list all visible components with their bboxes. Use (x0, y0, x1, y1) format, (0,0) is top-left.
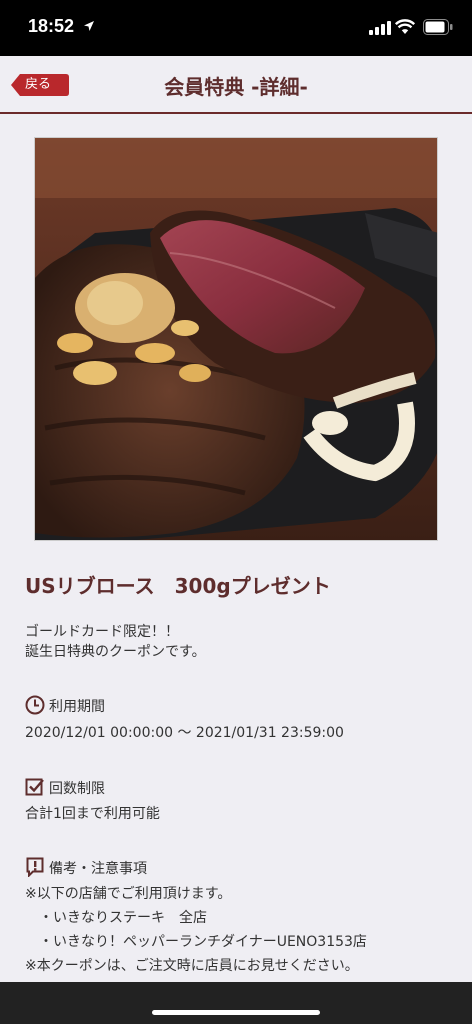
coupon-photo (34, 137, 438, 541)
steak-image (35, 138, 437, 540)
description-line: 誕生日特典のクーポンです。 (25, 644, 206, 660)
page-title: 会員特典 -詳細- (164, 75, 308, 99)
wifi-icon (395, 19, 415, 34)
status-bar: 18:52 (0, 0, 472, 56)
coupon-title: USリブロース 300gプレゼント (25, 574, 331, 598)
clock-icon (25, 695, 45, 715)
home-bar (0, 982, 472, 1024)
note-line: ・いきなり！ペッパーランチダイナーUENO3153店 (25, 934, 367, 950)
note-line: ※本クーポンは、ご注文時に店員にお見せください。 (25, 958, 359, 974)
location-arrow-icon (84, 21, 94, 31)
limit-value: 合計1回まで利用可能 (25, 806, 160, 822)
limit-label: 回数制限 (49, 781, 105, 797)
checkbox-icon (25, 778, 44, 796)
notes-list: ※以下の店舗でご利用頂けます。 ・いきなりステーキ 全店 ・いきなり！ペッパーラ… (25, 882, 367, 978)
note-line: ・いきなりステーキ 全店 (25, 910, 207, 926)
status-time: 18:52 (28, 16, 75, 36)
home-indicator[interactable] (152, 1010, 320, 1015)
notice-icon (26, 857, 44, 877)
notes-label: 備考・注意事項 (49, 861, 147, 877)
nav-bar: 戻る 会員特典 -詳細- (0, 56, 472, 114)
period-label: 利用期間 (49, 699, 105, 715)
signal-icon (369, 21, 391, 35)
battery-icon (423, 19, 453, 35)
coupon-description: ゴールドカード限定！！ 誕生日特典のクーポンです。 (25, 622, 206, 662)
description-line: ゴールドカード限定！！ (25, 624, 179, 640)
period-value: 2020/12/01 00:00:00 〜 2021/01/31 23:59:0… (25, 725, 344, 741)
note-line: ※以下の店舗でご利用頂けます。 (25, 886, 232, 902)
